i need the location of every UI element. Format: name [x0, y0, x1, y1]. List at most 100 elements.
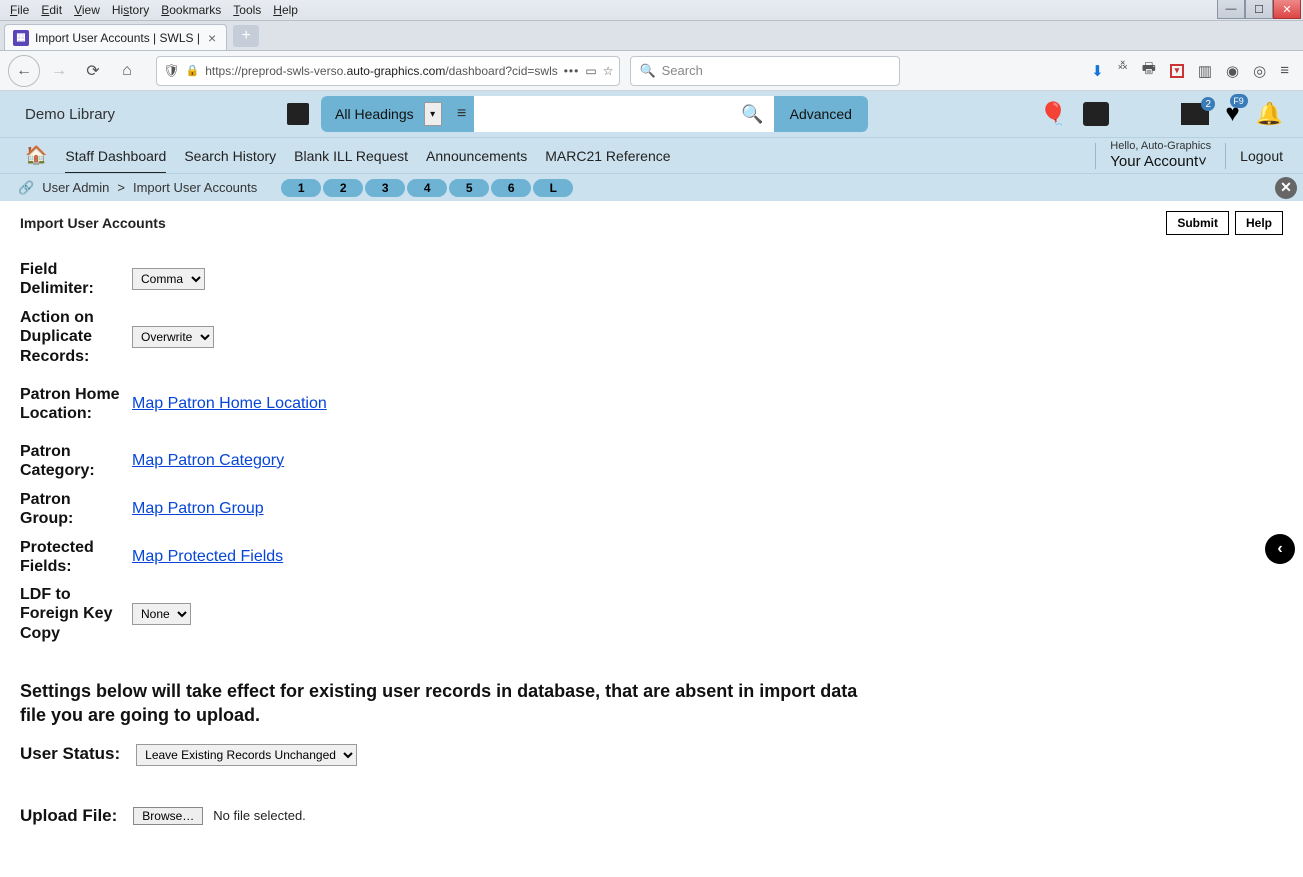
library-name: Demo Library — [25, 106, 115, 123]
nav-back-button[interactable]: ← — [8, 55, 40, 87]
sidebar-icon[interactable]: ▥ — [1198, 62, 1212, 80]
user-status-select[interactable]: Leave Existing Records Unchanged — [136, 744, 357, 766]
page-pill-1[interactable]: 1 — [281, 179, 321, 197]
breadcrumb-useradmin[interactable]: User Admin — [42, 180, 109, 195]
help-button[interactable]: Help — [1235, 211, 1283, 235]
page-pill-2[interactable]: 2 — [323, 179, 363, 197]
window-minimize-button[interactable]: — — [1217, 0, 1245, 19]
map-patron-category-link[interactable]: Map Patron Category — [132, 452, 284, 469]
news-icon[interactable] — [1181, 103, 1209, 125]
nav-search-history[interactable]: Search History — [184, 140, 276, 172]
page-pill-4[interactable]: 4 — [407, 179, 447, 197]
page-pills: 1 2 3 4 5 6 L — [281, 179, 573, 197]
hamburger-menu-icon[interactable]: ≡ — [1280, 62, 1289, 79]
menu-view[interactable]: View — [68, 1, 106, 19]
map-protected-fields-link[interactable]: Map Protected Fields — [132, 548, 283, 565]
no-file-text: No file selected. — [213, 808, 306, 823]
search-placeholder: Search — [662, 63, 703, 78]
advanced-search-button[interactable]: Advanced — [774, 96, 868, 132]
map-patron-group-link[interactable]: Map Patron Group — [132, 500, 264, 517]
search-type-dropdown[interactable]: All Headings ▾ — [321, 96, 450, 132]
ldf-select[interactable]: None — [132, 603, 191, 625]
hello-text: Hello, Auto-Graphics — [1110, 140, 1211, 153]
dup-action-select[interactable]: Overwrite — [132, 326, 214, 348]
page-pill-5[interactable]: 5 — [449, 179, 489, 197]
logout-link[interactable]: Logout — [1240, 148, 1283, 164]
browser-navbar: ← → ⟳ ⌂ 🛡 🔒 https://preprod-swls-verso.a… — [0, 51, 1303, 91]
tab-title: Import User Accounts | SWLS | — [35, 31, 200, 45]
field-delimiter-label: Field Delimiter: — [20, 260, 132, 298]
addon-circle-icon[interactable]: ◎ — [1253, 62, 1266, 80]
app-nav: 🏠 Staff Dashboard Search History Blank I… — [0, 137, 1303, 173]
patron-group-label: Patron Group: — [20, 490, 132, 528]
nav-forward-button[interactable]: → — [44, 56, 74, 86]
app-header: Demo Library All Headings ▾ ≡ 🔍 Advanced… — [0, 91, 1303, 137]
patron-home-label: Patron Home Location: — [20, 385, 132, 423]
ldf-label: LDF to Foreign Key Copy — [20, 585, 132, 643]
page-pill-3[interactable]: 3 — [365, 179, 405, 197]
breadcrumb-sep: > — [117, 180, 125, 195]
nav-reload-button[interactable]: ⟳ — [78, 56, 108, 86]
advanced-label: Advanced — [790, 106, 852, 122]
home-icon[interactable]: 🏠 — [25, 145, 47, 166]
submit-button[interactable]: Submit — [1166, 211, 1229, 235]
browser-menubar: File Edit View History Bookmarks Tools H… — [0, 0, 1303, 21]
bookmark-star-icon[interactable]: ☆ — [603, 64, 614, 78]
page-pill-6[interactable]: 6 — [491, 179, 531, 197]
dup-action-label: Action on Duplicate Records: — [20, 308, 132, 366]
browser-search-bar[interactable]: 🔍 Search — [630, 56, 900, 86]
upload-file-label: Upload File: — [20, 806, 123, 826]
nav-home-button[interactable]: ⌂ — [112, 56, 142, 86]
chevron-down-icon: ▾ — [424, 102, 442, 126]
downloads-icon[interactable]: ⬇ — [1091, 62, 1104, 80]
page-actions-icon[interactable]: ••• — [564, 64, 580, 78]
search-folder-icon[interactable] — [1083, 102, 1109, 126]
database-icon[interactable]: ≡ — [450, 96, 474, 132]
security-addon-icon[interactable]: ▾ — [1170, 64, 1184, 78]
translate-icon[interactable] — [287, 103, 309, 125]
breadcrumb-row: 🔗 User Admin > Import User Accounts 1 2 … — [0, 173, 1303, 201]
notifications-bell-icon[interactable]: 🔔 — [1256, 101, 1283, 127]
url-text: https://preprod-swls-verso.auto-graphics… — [205, 64, 558, 78]
nav-marc21[interactable]: MARC21 Reference — [545, 140, 670, 172]
menu-bookmarks[interactable]: Bookmarks — [155, 1, 227, 19]
account-menu[interactable]: Hello, Auto-Graphics Your Account˅ — [1110, 140, 1211, 171]
map-patron-home-link[interactable]: Map Patron Home Location — [132, 395, 327, 412]
field-delimiter-select[interactable]: Comma — [132, 268, 205, 290]
menu-help[interactable]: Help — [267, 1, 304, 19]
settings-note: Settings below will take effect for exis… — [20, 679, 870, 728]
catalog-search-input[interactable]: 🔍 — [474, 96, 774, 132]
page-body: Import User Accounts Submit Help Field D… — [0, 201, 1303, 836]
favorites-heart-icon[interactable]: ♥ — [1225, 100, 1239, 128]
url-bar[interactable]: 🛡 🔒 https://preprod-swls-verso.auto-grap… — [156, 56, 620, 86]
nav-staff-dashboard[interactable]: Staff Dashboard — [65, 140, 166, 175]
close-panel-button[interactable]: ✕ — [1275, 177, 1297, 199]
patron-cat-label: Patron Category: — [20, 442, 132, 480]
nav-announcements[interactable]: Announcements — [426, 140, 527, 172]
browse-button[interactable]: Browse… — [133, 807, 203, 825]
account-icon[interactable]: ◉ — [1226, 62, 1239, 80]
divider — [1225, 143, 1226, 169]
tab-close-button[interactable]: × — [206, 30, 218, 46]
tracking-shield-icon[interactable]: 🛡 — [163, 63, 180, 79]
window-maximize-button[interactable]: ☐ — [1245, 0, 1273, 19]
browser-tab[interactable]: ▦ Import User Accounts | SWLS | × — [4, 24, 227, 50]
nav-blank-ill[interactable]: Blank ILL Request — [294, 140, 408, 172]
lock-icon: 🔒 — [186, 64, 200, 77]
new-tab-button[interactable]: + — [233, 25, 259, 47]
side-expand-button[interactable]: ‹ — [1265, 534, 1295, 564]
browser-tabbar: ▦ Import User Accounts | SWLS | × + — [0, 21, 1303, 51]
window-close-button[interactable]: ✕ — [1273, 0, 1301, 19]
library-icon[interactable]: ࿏ — [1118, 50, 1128, 92]
menu-edit[interactable]: Edit — [35, 1, 68, 19]
breadcrumb-current: Import User Accounts — [133, 180, 257, 195]
page-pill-last[interactable]: L — [533, 179, 573, 197]
balloon-icon[interactable]: 🎈 — [1040, 101, 1067, 127]
user-status-label: User Status: — [20, 744, 126, 764]
menu-history[interactable]: History — [106, 1, 155, 19]
menu-tools[interactable]: Tools — [227, 1, 267, 19]
reader-mode-icon[interactable]: ▭ — [585, 64, 596, 78]
print-icon[interactable]: 🖶 — [1142, 58, 1156, 83]
search-submit-icon[interactable]: 🔍 — [741, 104, 763, 125]
menu-file[interactable]: File — [4, 1, 35, 19]
